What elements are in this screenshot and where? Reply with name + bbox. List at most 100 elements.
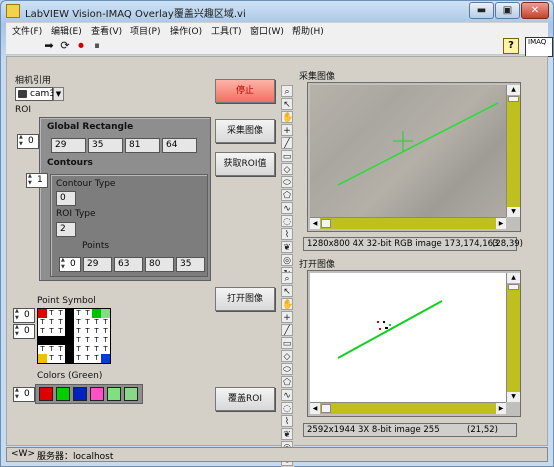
point-symbol-cell[interactable]: [65, 318, 74, 327]
run-arrow-icon[interactable]: ➡: [42, 39, 56, 53]
point-symbol-cell[interactable]: T: [74, 309, 83, 318]
get-roi-button[interactable]: 获取ROI值: [215, 152, 275, 176]
point-symbol-cell[interactable]: T: [101, 336, 110, 345]
annulus-outline-tool-icon[interactable]: ◎: [281, 254, 293, 266]
point-symbol-cell[interactable]: T: [56, 318, 65, 327]
scroll-up-icon[interactable]: ▲: [507, 85, 520, 95]
camera-select[interactable]: cam3 ▼: [15, 87, 64, 101]
freehand-line-tool-icon[interactable]: ❦: [281, 241, 293, 253]
point-symbol-cell[interactable]: T: [74, 345, 83, 354]
scroll-left-icon[interactable]: ◀: [310, 403, 320, 414]
point-1-x[interactable]: 80: [145, 257, 174, 272]
color-swatch-blue[interactable]: [73, 387, 87, 401]
abort-icon[interactable]: ⏺: [74, 39, 88, 53]
rotated-rect-tool-icon[interactable]: ◇: [281, 163, 293, 175]
point-symbol-cell[interactable]: T: [92, 336, 101, 345]
point-symbol-cell[interactable]: T: [56, 309, 65, 318]
point-symbol-cell[interactable]: [65, 354, 74, 363]
menu-view[interactable]: 查看(V): [91, 24, 122, 37]
acquired-image[interactable]: [310, 85, 506, 217]
point-symbol-cell[interactable]: [92, 309, 101, 318]
point-symbol-cell[interactable]: [47, 336, 56, 345]
point-symbol-index-col[interactable]: 0: [13, 324, 35, 339]
global-rect-bottom[interactable]: 64: [162, 138, 197, 153]
scroll-left-icon[interactable]: ◀: [310, 218, 320, 229]
restore-button[interactable]: ▣: [495, 2, 520, 19]
point-symbol-cell[interactable]: T: [83, 336, 92, 345]
menu-tools[interactable]: 工具(T): [211, 24, 242, 37]
zoom-icon[interactable]: ⌕: [281, 272, 293, 284]
menu-operate[interactable]: 操作(O): [170, 24, 202, 37]
point-symbol-cell[interactable]: T: [74, 318, 83, 327]
opened-image[interactable]: [310, 273, 506, 402]
point-symbol-cell[interactable]: [65, 345, 74, 354]
color-swatch-lightgreen-2[interactable]: [124, 387, 138, 401]
point-tool-icon[interactable]: +: [281, 311, 293, 323]
color-swatch-lightgreen[interactable]: [107, 387, 121, 401]
point-symbol-cell[interactable]: T: [83, 327, 92, 336]
scroll-right-icon[interactable]: ▶: [496, 403, 506, 414]
point-0-y[interactable]: 63: [114, 257, 143, 272]
menu-help[interactable]: 帮助(H): [292, 24, 324, 37]
point-symbol-cell[interactable]: T: [92, 318, 101, 327]
annulus-tool-icon[interactable]: ◌: [281, 402, 293, 414]
global-rect-left[interactable]: 29: [51, 138, 86, 153]
point-symbol-cell[interactable]: T: [56, 345, 65, 354]
roi-index[interactable]: 0: [17, 134, 39, 149]
chevron-down-icon[interactable]: ▼: [53, 87, 64, 101]
pan-hand-icon[interactable]: ✋: [281, 111, 293, 123]
context-help-button[interactable]: ?: [503, 38, 519, 54]
polygon-tool-icon[interactable]: ⬠: [281, 376, 293, 388]
broken-line-tool-icon[interactable]: ⌇: [281, 228, 293, 240]
roi-type-value[interactable]: 2: [56, 222, 76, 237]
point-symbol-cell[interactable]: T: [38, 345, 47, 354]
point-symbol-cell[interactable]: [65, 336, 74, 345]
point-0-x[interactable]: 29: [83, 257, 112, 272]
point-symbol-index-row[interactable]: 0: [13, 308, 35, 323]
point-symbol-cell[interactable]: T: [74, 354, 83, 363]
point-symbol-cell[interactable]: T: [38, 318, 47, 327]
pointer-icon[interactable]: ↖: [281, 98, 293, 110]
point-symbol-array[interactable]: TTTTTTTTTTTTTTTTTTTTTTTTTTTTTTTTTT: [37, 308, 111, 364]
point-symbol-cell[interactable]: T: [47, 327, 56, 336]
color-swatch-pink[interactable]: [90, 387, 104, 401]
color-swatch-green[interactable]: [56, 387, 70, 401]
scroll-thumb[interactable]: [321, 404, 331, 413]
minimize-button[interactable]: ▬: [469, 2, 494, 19]
pointer-icon[interactable]: ↖: [281, 285, 293, 297]
open-image-button[interactable]: 打开图像: [215, 287, 275, 311]
global-rect-top[interactable]: 35: [88, 138, 123, 153]
colors-index[interactable]: 0: [13, 387, 35, 402]
menu-file[interactable]: 文件(F): [12, 24, 42, 37]
point-symbol-cell[interactable]: T: [74, 327, 83, 336]
point-symbol-cell[interactable]: [101, 354, 110, 363]
rectangle-tool-icon[interactable]: ▭: [281, 150, 293, 162]
scroll-right-icon[interactable]: ▶: [496, 218, 506, 229]
menu-edit[interactable]: 编辑(E): [51, 24, 82, 37]
pause-icon[interactable]: ⏸: [90, 39, 104, 53]
menu-project[interactable]: 项目(P): [130, 24, 160, 37]
point-symbol-cell[interactable]: T: [83, 354, 92, 363]
freehand-tool-icon[interactable]: ∿: [281, 389, 293, 401]
polygon-tool-icon[interactable]: ⬠: [281, 189, 293, 201]
overlay-roi-button[interactable]: 覆盖ROI: [215, 387, 275, 411]
display2-hscroll[interactable]: ◀ ▶: [310, 402, 506, 414]
global-rect-right[interactable]: 81: [125, 138, 160, 153]
point-symbol-cell[interactable]: [65, 327, 74, 336]
display1-hscroll[interactable]: ◀ ▶: [310, 217, 506, 229]
point-symbol-cell[interactable]: T: [56, 327, 65, 336]
scroll-thumb[interactable]: [321, 219, 331, 228]
point-symbol-cell[interactable]: T: [101, 318, 110, 327]
oval-tool-icon[interactable]: ⬭: [281, 363, 293, 375]
contours-index[interactable]: 1: [26, 173, 48, 188]
display1-vscroll[interactable]: ▲ ▼: [506, 85, 520, 217]
scroll-up-icon[interactable]: ▲: [507, 273, 520, 283]
freehand-line-tool-icon[interactable]: ❦: [281, 428, 293, 440]
point-symbol-cell[interactable]: T: [83, 309, 92, 318]
point-symbol-cell[interactable]: T: [92, 354, 101, 363]
color-swatch-red[interactable]: [39, 387, 53, 401]
scroll-thumb[interactable]: [508, 284, 519, 290]
acquire-image-button[interactable]: 采集图像: [215, 119, 275, 143]
point-symbol-cell[interactable]: T: [47, 354, 56, 363]
broken-line-tool-icon[interactable]: ⌇: [281, 415, 293, 427]
